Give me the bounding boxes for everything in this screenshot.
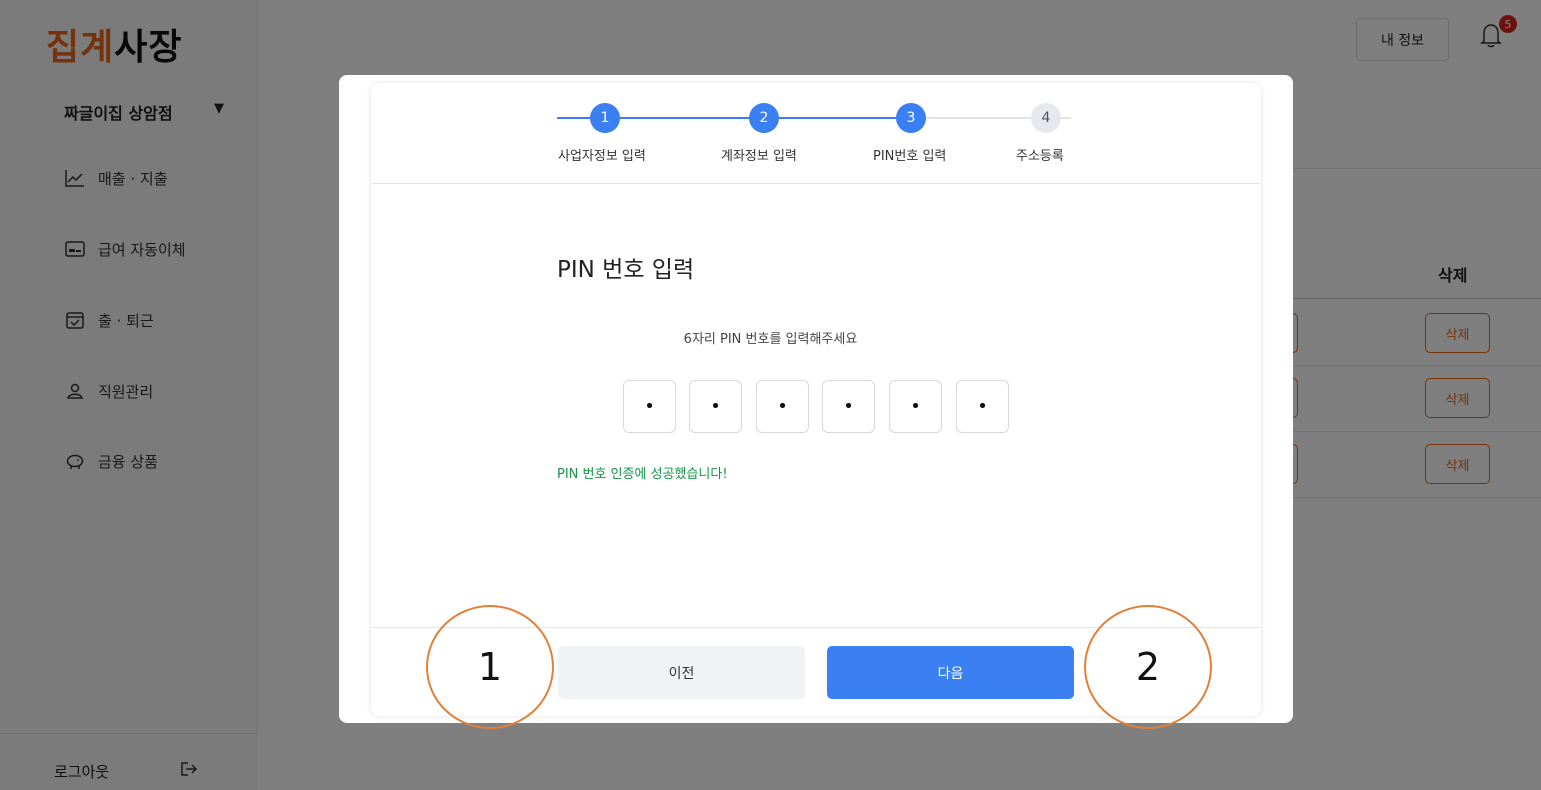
step-2-label: 계좌정보 입력 xyxy=(721,149,797,164)
next-button[interactable]: 다음 xyxy=(827,646,1074,699)
pin-digit-input[interactable]: • xyxy=(956,380,1009,433)
step-4-label: 주소등록 xyxy=(1016,149,1064,164)
annotation-circle-1: 1 xyxy=(426,605,554,729)
step-connector xyxy=(764,117,911,119)
pin-digit-input[interactable]: • xyxy=(623,380,676,433)
step-4-indicator: 4 xyxy=(1031,103,1061,133)
step-1-label: 사업자정보 입력 xyxy=(558,149,646,164)
step-connector xyxy=(557,117,764,119)
pin-digit-input[interactable]: • xyxy=(689,380,742,433)
pin-digit-input[interactable]: • xyxy=(756,380,809,433)
step-2-indicator: 2 xyxy=(749,103,779,133)
prev-button[interactable]: 이전 xyxy=(558,646,805,699)
success-message: PIN 번호 인증에 성공했습니다! xyxy=(557,467,728,482)
divider xyxy=(372,183,1260,184)
page-title: PIN 번호 입력 xyxy=(557,257,695,283)
pin-instruction: 6자리 PIN 번호를 입력해주세요 xyxy=(683,332,858,347)
pin-digit-input[interactable]: • xyxy=(889,380,942,433)
pin-digit-input[interactable]: • xyxy=(822,380,875,433)
step-3-indicator: 3 xyxy=(896,103,926,133)
step-1-indicator: 1 xyxy=(590,103,620,133)
annotation-circle-2: 2 xyxy=(1084,605,1212,729)
step-3-label: PIN번호 입력 xyxy=(873,149,947,164)
